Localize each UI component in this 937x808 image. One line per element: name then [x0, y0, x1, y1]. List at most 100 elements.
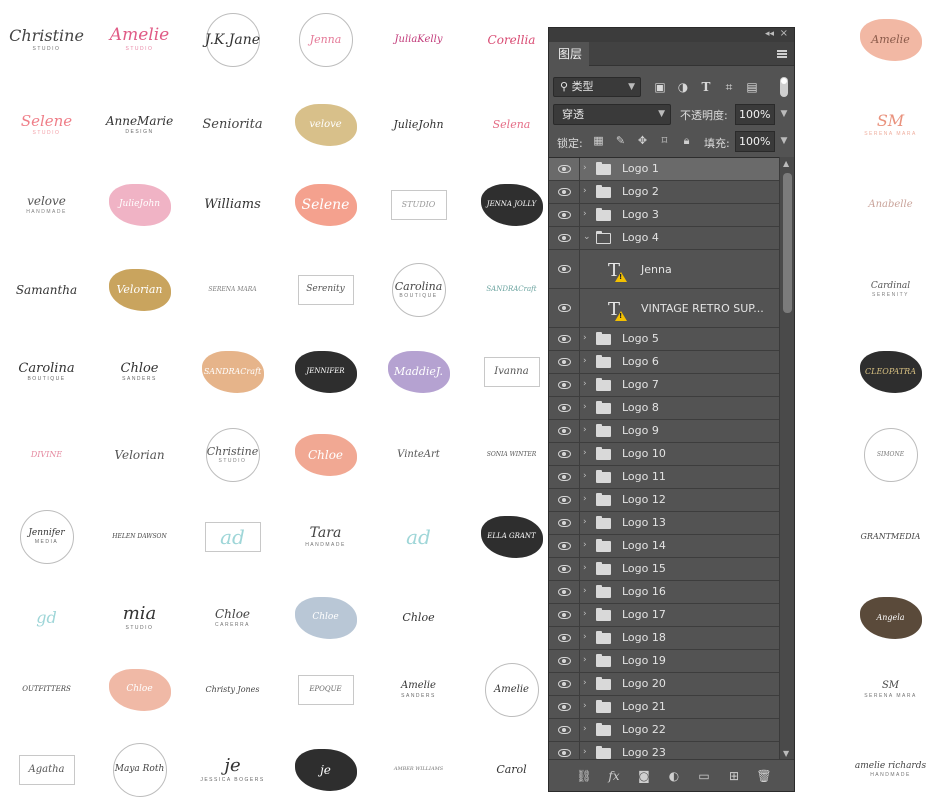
chevron-right-icon[interactable]: › [583, 517, 591, 527]
chevron-right-icon[interactable]: › [583, 609, 591, 619]
chevron-right-icon[interactable]: › [583, 448, 591, 458]
group-layer-row[interactable]: › Logo 21 [549, 696, 779, 719]
chevron-right-icon[interactable]: › [583, 356, 591, 366]
chevron-right-icon[interactable]: › [583, 655, 591, 665]
group-layer-row[interactable]: › Logo 8 [549, 397, 779, 420]
visibility-toggle[interactable] [549, 696, 580, 718]
chevron-right-icon[interactable]: › [583, 186, 591, 196]
fill-dropdown-icon[interactable]: ▼ [777, 131, 791, 152]
group-layer-row[interactable]: › Logo 10 [549, 443, 779, 466]
group-layer-row[interactable]: › Logo 20 [549, 673, 779, 696]
visibility-toggle[interactable] [549, 374, 580, 396]
lock-artboard-icon[interactable]: ⌑ [657, 133, 672, 148]
link-layers-icon[interactable]: ⛓ [576, 768, 592, 784]
chevron-right-icon[interactable]: › [583, 540, 591, 550]
panel-menu-icon[interactable] [777, 50, 787, 58]
panel-title-bar[interactable]: ◂◂ × [549, 28, 794, 42]
visibility-toggle[interactable] [549, 227, 580, 249]
lock-position-icon[interactable]: ✥ [635, 133, 650, 148]
type-filter-icon[interactable]: T [699, 80, 713, 94]
opacity-input[interactable]: 100% [735, 104, 775, 125]
new-group-icon[interactable]: ▭ [696, 768, 712, 784]
chevron-right-icon[interactable]: › [583, 379, 591, 389]
chevron-right-icon[interactable]: › [583, 209, 591, 219]
visibility-toggle[interactable] [549, 328, 580, 350]
chevron-right-icon[interactable]: › [583, 425, 591, 435]
group-layer-row[interactable]: › Logo 5 [549, 328, 779, 351]
group-layer-row[interactable]: › Logo 15 [549, 558, 779, 581]
image-filter-icon[interactable]: ▣ [653, 80, 667, 94]
fill-input[interactable]: 100% [735, 131, 775, 152]
scroll-thumb[interactable] [783, 173, 792, 313]
visibility-toggle[interactable] [549, 420, 580, 442]
text-layer-row[interactable]: T! VINTAGE RETRO SUP... [549, 289, 779, 328]
visibility-toggle[interactable] [549, 535, 580, 557]
visibility-toggle[interactable] [549, 558, 580, 580]
visibility-toggle[interactable] [549, 397, 580, 419]
group-layer-row[interactable]: › Logo 18 [549, 627, 779, 650]
trash-icon[interactable]: 🗑︎ [756, 768, 772, 784]
group-layer-row[interactable]: › Logo 23 [549, 742, 779, 760]
visibility-toggle[interactable] [549, 719, 580, 741]
visibility-toggle[interactable] [549, 489, 580, 511]
shape-filter-icon[interactable]: ⌗ [722, 80, 736, 94]
group-layer-row[interactable]: › Logo 11 [549, 466, 779, 489]
visibility-toggle[interactable] [549, 627, 580, 649]
lock-transparent-pixels-icon[interactable]: ▦ [591, 133, 606, 148]
chevron-right-icon[interactable]: › [583, 563, 591, 573]
group-layer-row[interactable]: › Logo 1 [549, 158, 779, 181]
text-layer-row[interactable]: T! Jenna [549, 250, 779, 289]
visibility-toggle[interactable] [549, 204, 580, 226]
new-layer-icon[interactable]: ⊞ [726, 768, 742, 784]
chevron-right-icon[interactable]: › [583, 724, 591, 734]
group-layer-row[interactable]: › Logo 13 [549, 512, 779, 535]
chevron-right-icon[interactable]: › [583, 678, 591, 688]
visibility-toggle[interactable] [549, 512, 580, 534]
group-layer-row[interactable]: › Logo 19 [549, 650, 779, 673]
visibility-toggle[interactable] [549, 650, 580, 672]
scroll-up-icon[interactable]: ▲ [783, 159, 789, 168]
scroll-down-icon[interactable]: ▼ [783, 749, 789, 758]
group-layer-row[interactable]: › Logo 16 [549, 581, 779, 604]
smart-object-filter-icon[interactable]: ▤ [745, 80, 759, 94]
adjustment-filter-icon[interactable]: ◑ [676, 80, 690, 94]
group-layer-row[interactable]: › Logo 12 [549, 489, 779, 512]
chevron-down-icon[interactable]: ⌄ [583, 232, 591, 242]
lock-all-icon[interactable]: 🔒︎ [679, 133, 694, 148]
group-layer-row[interactable]: › Logo 14 [549, 535, 779, 558]
close-panel-icon[interactable]: × [780, 28, 788, 39]
chevron-right-icon[interactable]: › [583, 586, 591, 596]
chevron-right-icon[interactable]: › [583, 163, 591, 173]
group-layer-row[interactable]: › Logo 9 [549, 420, 779, 443]
group-layer-row[interactable]: ⌄ Logo 4 [549, 227, 779, 250]
group-layer-row[interactable]: › Logo 22 [549, 719, 779, 742]
filter-toggle-switch[interactable] [780, 77, 788, 97]
adjustment-layer-icon[interactable]: ◐ [666, 768, 682, 784]
visibility-toggle[interactable] [549, 181, 580, 203]
visibility-toggle[interactable] [549, 250, 580, 288]
visibility-toggle[interactable] [549, 351, 580, 373]
visibility-toggle[interactable] [549, 604, 580, 626]
visibility-toggle[interactable] [549, 673, 580, 695]
visibility-toggle[interactable] [549, 581, 580, 603]
chevron-right-icon[interactable]: › [583, 701, 591, 711]
chevron-right-icon[interactable]: › [583, 494, 591, 504]
group-layer-row[interactable]: › Logo 17 [549, 604, 779, 627]
visibility-toggle[interactable] [549, 158, 580, 180]
chevron-right-icon[interactable]: › [583, 471, 591, 481]
fx-icon[interactable]: fx [606, 768, 622, 784]
chevron-right-icon[interactable]: › [583, 632, 591, 642]
chevron-right-icon[interactable]: › [583, 333, 591, 343]
filter-kind-select[interactable]: ⚲ 类型 ▼ [553, 77, 641, 97]
visibility-toggle[interactable] [549, 289, 580, 327]
visibility-toggle[interactable] [549, 443, 580, 465]
visibility-toggle[interactable] [549, 466, 580, 488]
group-layer-row[interactable]: › Logo 3 [549, 204, 779, 227]
tab-layers[interactable]: 图层 [549, 42, 589, 66]
group-layer-row[interactable]: › Logo 7 [549, 374, 779, 397]
chevron-right-icon[interactable]: › [583, 402, 591, 412]
collapse-panel-icon[interactable]: ◂◂ [765, 29, 774, 39]
lock-image-pixels-icon[interactable]: ✎ [613, 133, 628, 148]
chevron-right-icon[interactable]: › [583, 747, 591, 757]
add-mask-icon[interactable]: ◙ [636, 768, 652, 784]
